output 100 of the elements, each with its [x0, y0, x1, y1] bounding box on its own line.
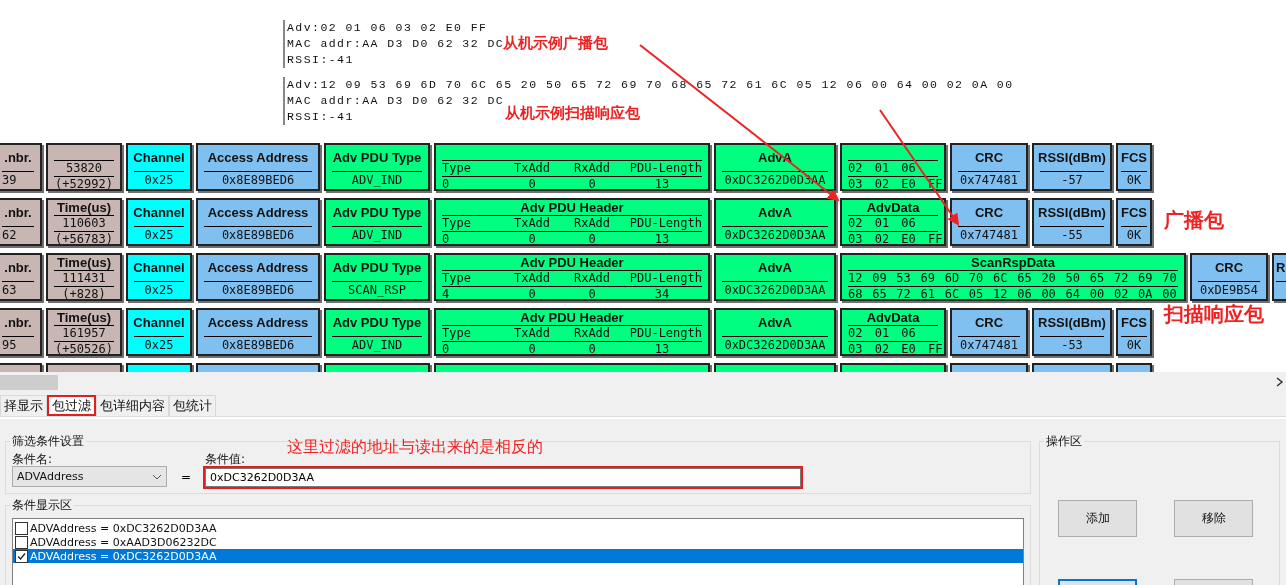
field-title: CRC: [1198, 255, 1260, 282]
field-value: 0K: [1125, 337, 1143, 354]
field-value: 63: [2, 282, 18, 299]
annotation-text: 扫描响应包: [1164, 301, 1264, 328]
subfield-label: RxAdd: [562, 326, 622, 342]
subfield-value: 0: [527, 287, 537, 299]
subfield-value: 0: [527, 232, 537, 244]
data-bytes: 02 01 06: [848, 216, 938, 232]
tab[interactable]: 择显示: [0, 395, 47, 416]
log-line: RSSI:-41: [287, 109, 354, 125]
field-title: Adv PDU Type: [332, 255, 422, 282]
field-title: AdvData: [848, 310, 938, 326]
field-title: Adv PDU Type: [332, 310, 422, 337]
tab[interactable]: 包过滤: [47, 395, 96, 416]
annotation-text: 这里过滤的地址与读出来的是相反的: [287, 437, 543, 458]
subfield-value: 0: [587, 342, 597, 354]
annotation-text: 从机示例扫描响应包: [505, 104, 640, 123]
field-title: ScanRspData: [848, 255, 1178, 271]
subfield-value: 34: [653, 287, 671, 299]
tab[interactable]: 包详细内容: [96, 395, 169, 416]
subfield-label: RxAdd: [562, 161, 622, 177]
chevron-right-icon[interactable]: [1276, 377, 1284, 387]
subfield-label: TxAdd: [502, 216, 562, 232]
field-value: 0x747481: [959, 172, 1019, 189]
subfield-value: 13: [653, 232, 671, 244]
field-value: 0K: [1125, 172, 1143, 189]
subfield-value: 0: [527, 342, 537, 354]
subfield-label: PDU-Length: [622, 326, 702, 342]
subfield-value: 0: [442, 177, 451, 189]
data-bytes: 12 09 53 69 6D 70 6C 65 20 50 65 72 69 70: [848, 271, 1178, 287]
field-title: Time(us): [54, 255, 114, 271]
time-delta: (+56783): [54, 232, 114, 244]
field-value: ADV_IND: [350, 172, 404, 189]
field-value: 0xDC3262D0D3AA: [723, 337, 827, 354]
time-value: 53820: [54, 161, 114, 177]
action-button[interactable]: 移除: [1174, 500, 1253, 537]
field-value: 0x8E89BED6: [220, 337, 296, 354]
field-title: AdvA: [722, 310, 828, 337]
horizontal-scrollbar[interactable]: [0, 372, 1286, 391]
subfield-label: TxAdd: [502, 161, 562, 177]
field-value: 95: [2, 337, 18, 354]
field-value: 39: [2, 172, 18, 189]
field-title: FCS: [1121, 200, 1147, 227]
field-title: RSSI(dBm): [1040, 145, 1104, 172]
subfield-label: Type: [442, 326, 502, 342]
field-title: RSSI(dBm): [1040, 310, 1104, 337]
subfield-label: TxAdd: [502, 326, 562, 342]
field-value: 0x25: [143, 227, 175, 244]
checkbox[interactable]: [15, 549, 28, 563]
field-title: Adv PDU Type: [332, 145, 422, 172]
subfield-value: 0: [587, 232, 597, 244]
field-title: Channel: [134, 310, 184, 337]
checkbox[interactable]: [15, 521, 28, 535]
subfield-label: Type: [442, 216, 502, 232]
group-title: 筛选条件设置: [11, 433, 85, 450]
condition-item[interactable]: ADVAddress = 0xDC3262D0D3AA: [13, 521, 1023, 535]
subfield-value: 0: [587, 287, 597, 299]
field-title: RSSI(dBm): [1040, 200, 1104, 227]
field-title: CRC: [958, 200, 1020, 227]
time-delta: (+50526): [54, 342, 114, 354]
condition-item[interactable]: ADVAddress = 0xDC3262D0D3AA: [13, 549, 1023, 563]
subfield-label: PDU-Length: [622, 161, 702, 177]
field-value: ADV_IND: [350, 337, 404, 354]
field-title: Adv PDU Type: [332, 200, 422, 227]
subfield-label: TxAdd: [502, 271, 562, 287]
field-title: Adv PDU Header: [442, 310, 702, 326]
field-title: AdvData: [848, 200, 938, 216]
field-title: Time(us): [54, 200, 114, 216]
field-title: Access Address: [204, 310, 312, 337]
field-title: Adv PDU Header: [442, 255, 702, 271]
subfield-value: 13: [653, 342, 671, 354]
action-button[interactable]: 添加: [1058, 500, 1137, 537]
annotation-text: 从机示例广播包: [503, 34, 608, 53]
field-title: Channel: [134, 145, 184, 172]
field-title: .nbr.: [2, 200, 34, 227]
field-value: -53: [1060, 337, 1084, 354]
field-title: FCS: [1121, 145, 1147, 172]
field-value: 0xDC3262D0D3AA: [723, 282, 827, 299]
field-title: CRC: [958, 145, 1020, 172]
field-value: 0x25: [143, 172, 175, 189]
field-value: 0x8E89BED6: [220, 227, 296, 244]
tab[interactable]: 包统计: [169, 395, 216, 416]
time-value: 161957: [54, 326, 114, 342]
data-bytes: 02 01 06: [848, 326, 938, 342]
field-value: 0x8E89BED6: [220, 172, 296, 189]
field-title: .nbr.: [2, 310, 34, 337]
chevron-down-icon: [152, 473, 162, 480]
condition-item[interactable]: ADVAddress = 0xAAD3D06232DC: [13, 535, 1023, 549]
field-title: AdvA: [722, 255, 828, 282]
condition-value-field[interactable]: 0xDC3262D0D3AA: [205, 468, 801, 487]
field-value: 0x25: [143, 282, 175, 299]
time-delta: (+828): [61, 287, 107, 299]
field-value: 0x25: [143, 337, 175, 354]
subfield-label: Type: [442, 271, 502, 287]
scrollbar-thumb[interactable]: [0, 374, 58, 390]
field-title: AdvA: [722, 200, 828, 227]
log-line: Adv:02 01 06 03 02 E0 FF: [287, 20, 488, 36]
checkbox[interactable]: [15, 535, 28, 549]
condition-name-dropdown[interactable]: ADVAddress: [12, 466, 167, 487]
group-title: 操作区: [1045, 433, 1083, 450]
